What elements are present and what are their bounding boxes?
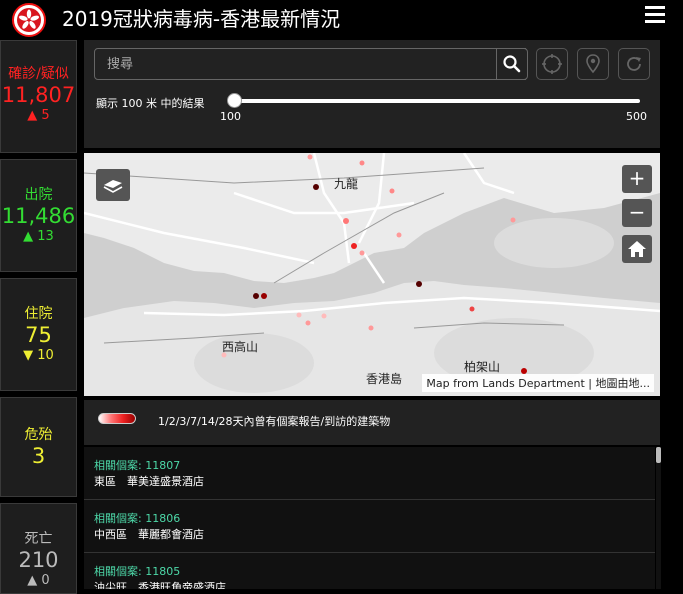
- list-item[interactable]: 相關個案: 11806 中西區 華麗都會酒店: [84, 500, 655, 553]
- map-canvas: [84, 153, 660, 396]
- zoom-in-button[interactable]: +: [622, 165, 652, 193]
- radius-label: 顯示 100 米 中的結果: [96, 97, 205, 110]
- pin-button[interactable]: [577, 48, 609, 80]
- legend-text: 1/2/3/7/14/28天內曾有個案報告/到訪的建築物: [158, 415, 391, 428]
- hk-emblem-icon: [12, 3, 46, 37]
- map-label-kowloon: 九龍: [334, 177, 359, 191]
- map-label-mount-parker: 柏架山: [464, 360, 501, 374]
- slider-min-label: 100: [220, 110, 241, 123]
- stat-label: 出院: [24, 187, 53, 203]
- radius-slider-track[interactable]: [234, 99, 640, 103]
- stat-hospitalised: 住院 75 ▼ 10: [0, 278, 77, 391]
- case-list[interactable]: 相關個案: 11807 東區 華美達盛景酒店 相關個案: 11806 中西區 華…: [84, 447, 655, 589]
- crosshair-icon: [542, 54, 562, 74]
- case-number: 相關個案: 11806: [94, 512, 181, 525]
- list-item[interactable]: 相關個案: 11807 東區 華美達盛景酒店: [84, 447, 655, 500]
- stat-confirmed: 確診/疑似 11,807 ▲ 5: [0, 40, 77, 153]
- locate-button[interactable]: [536, 48, 568, 80]
- list-scrollbar[interactable]: [656, 447, 661, 589]
- zoom-out-button[interactable]: −: [622, 199, 652, 227]
- radius-slider-thumb[interactable]: [227, 93, 242, 108]
- home-icon: [628, 241, 646, 257]
- basemap-icon: [103, 180, 123, 193]
- reset-button[interactable]: [618, 48, 650, 80]
- stat-value: 75: [25, 323, 52, 347]
- search-button[interactable]: [496, 48, 528, 80]
- search-panel: 顯示 100 米 中的結果 100 500: [84, 40, 660, 148]
- stat-change: ▲ 0: [27, 573, 50, 588]
- stat-value: 11,807: [1, 83, 76, 107]
- stat-label: 危殆: [24, 427, 53, 443]
- map-attribution: Map from Lands Department | 地圖由地...: [422, 374, 654, 392]
- list-scrollbar-thumb[interactable]: [656, 447, 661, 463]
- stat-value: 3: [31, 444, 46, 468]
- slider-max-label: 500: [626, 110, 647, 123]
- case-number: 相關個案: 11805: [94, 565, 181, 578]
- stat-change: ▼ 10: [23, 348, 54, 363]
- case-location: 油尖旺 香港旺角帝盛酒店: [94, 581, 226, 589]
- list-item[interactable]: 相關個案: 11805 油尖旺 香港旺角帝盛酒店: [84, 553, 655, 589]
- map-label-hong-kong-island: 香港島: [366, 372, 403, 386]
- search-input[interactable]: [95, 49, 525, 79]
- home-button[interactable]: [622, 235, 652, 263]
- map-label-sai-ko-shan: 西高山: [222, 340, 259, 354]
- case-number: 相關個案: 11807: [94, 459, 181, 472]
- stat-label: 確診/疑似: [8, 66, 69, 82]
- case-location: 東區 華美達盛景酒店: [94, 475, 204, 488]
- stat-deceased: 死亡 210 ▲ 0: [0, 503, 77, 594]
- app-header: 2019冠狀病毒病-香港最新情況: [0, 0, 683, 40]
- legend-color-scale: [98, 413, 136, 424]
- stat-value: 11,486: [1, 204, 76, 228]
- basemap-toggle-button[interactable]: [96, 169, 130, 201]
- stat-change: ▲ 13: [23, 229, 54, 244]
- stat-label: 住院: [24, 306, 53, 322]
- stat-discharged: 出院 11,486 ▲ 13: [0, 159, 77, 272]
- map-view[interactable]: 九龍 西高山 香港島 柏架山 + − Map from Lands Depart…: [84, 153, 660, 396]
- stat-value: 210: [18, 548, 59, 572]
- case-location: 中西區 華麗都會酒店: [94, 528, 204, 541]
- search-box: [94, 48, 526, 80]
- location-pin-icon: [586, 54, 600, 74]
- legend-panel: 1/2/3/7/14/28天內曾有個案報告/到訪的建築物: [84, 400, 660, 445]
- stat-change: ▲ 5: [27, 108, 50, 123]
- reset-icon: [627, 57, 641, 71]
- stat-label: 死亡: [24, 531, 53, 547]
- page-title: 2019冠狀病毒病-香港最新情況: [62, 7, 341, 31]
- menu-icon[interactable]: [645, 6, 665, 24]
- search-icon: [503, 55, 521, 73]
- stat-critical: 危殆 3: [0, 397, 77, 497]
